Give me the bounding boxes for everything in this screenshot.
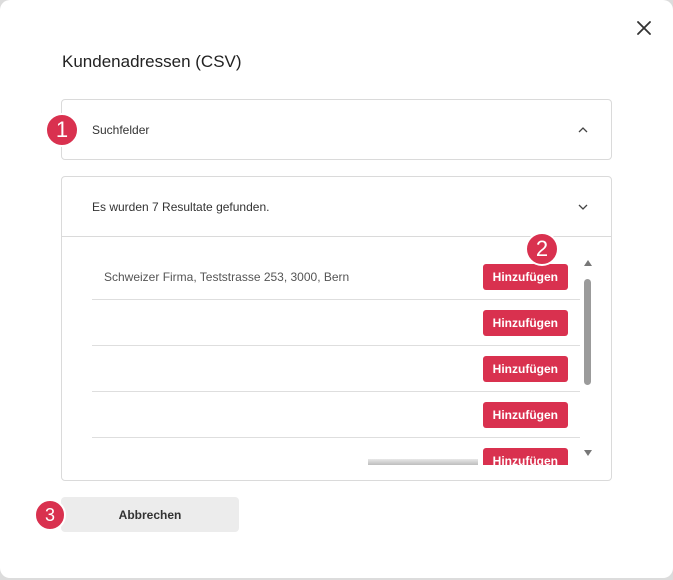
step-marker-2: 2 <box>525 232 559 266</box>
search-fields-header[interactable]: Suchfelder <box>62 100 611 160</box>
step-marker-3: 3 <box>34 499 66 531</box>
chevron-up-icon <box>577 124 589 136</box>
close-icon <box>637 21 651 35</box>
add-button[interactable]: Hinzufügen <box>482 263 568 290</box>
list-item: Hinzufügen <box>92 438 580 465</box>
step-marker-1: 1 <box>45 113 79 147</box>
add-button[interactable]: Hinzufügen <box>482 448 568 465</box>
list-item: Hinzufügen <box>92 346 580 392</box>
result-address: Schweizer Firma, Teststrasse 253, 3000, … <box>104 269 350 284</box>
list-item: Schweizer Firma, Teststrasse 253, 3000, … <box>92 254 580 300</box>
scroll-thumb[interactable] <box>584 279 591 385</box>
scroll-up-arrow-icon[interactable] <box>583 259 593 267</box>
scroll-down-arrow-icon[interactable] <box>583 449 593 457</box>
results-summary: Es wurden 7 Resultate gefunden. <box>92 199 270 214</box>
results-panel: Es wurden 7 Resultate gefunden. Schweize… <box>61 176 612 481</box>
list-item: Hinzufügen <box>92 392 580 438</box>
csv-address-dialog: Kundenadressen (CSV) Suchfelder Es wurde… <box>0 0 673 578</box>
chevron-down-icon <box>577 201 589 213</box>
add-button[interactable]: Hinzufügen <box>482 355 568 382</box>
cancel-button[interactable]: Abbrechen <box>61 497 239 532</box>
search-fields-label: Suchfelder <box>92 123 150 137</box>
results-list[interactable]: Schweizer Firma, Teststrasse 253, 3000, … <box>62 237 611 465</box>
add-button[interactable]: Hinzufügen <box>482 309 568 336</box>
list-item: Hinzufügen <box>92 300 580 346</box>
dialog-title: Kundenadressen (CSV) <box>62 52 242 71</box>
search-fields-panel: Suchfelder <box>61 99 612 160</box>
scroll-fade <box>368 459 478 465</box>
scrollbar[interactable] <box>581 259 595 457</box>
add-button[interactable]: Hinzufügen <box>482 401 568 428</box>
results-header[interactable]: Es wurden 7 Resultate gefunden. <box>62 177 611 237</box>
close-button[interactable] <box>630 14 658 42</box>
